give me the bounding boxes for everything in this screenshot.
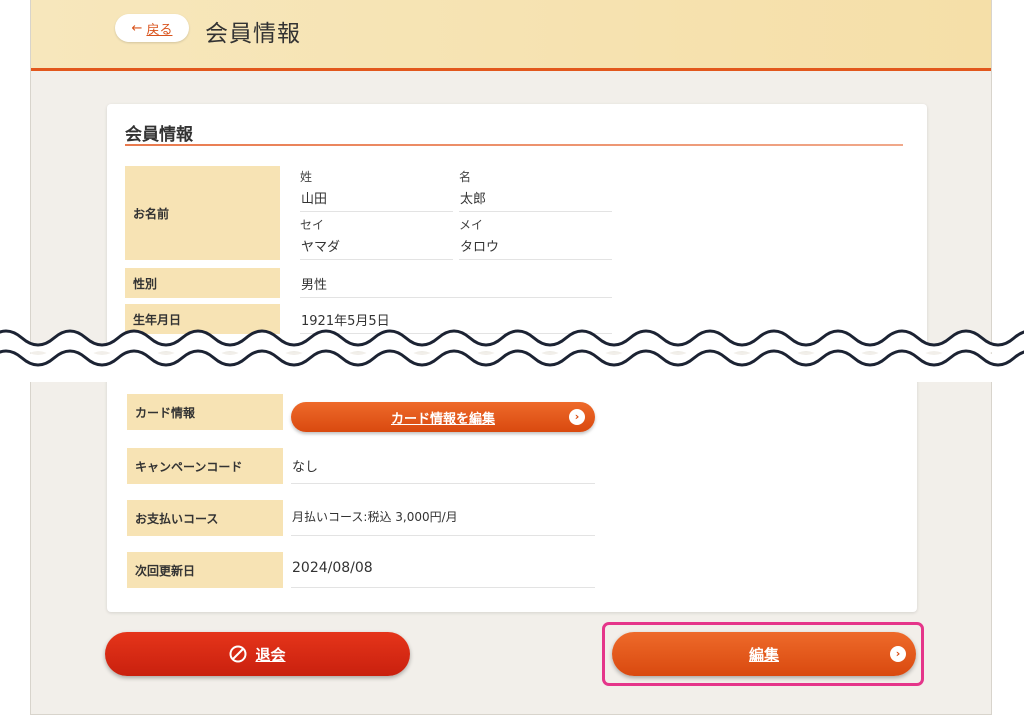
edit-card-button-label: カード情報を編集 [390,411,495,427]
back-button[interactable]: ← 戻る [115,14,189,42]
arrow-left-icon: ← [131,20,143,36]
edit-card-button[interactable]: カード情報を編集 › [291,402,595,432]
prohibited-icon [229,645,247,663]
first-name-value: 太郎 [459,188,612,212]
payment-course-value: 月払いコース:税込 3,000円/月 [291,508,595,536]
last-name-kana-label: セイ [300,218,325,232]
last-name-value: 山田 [300,188,453,212]
edit-button[interactable]: 編集 › [612,632,916,676]
chevron-right-icon: › [890,646,906,662]
first-name-label: 名 [459,170,472,184]
campaign-code-label: キャンペーンコード [127,448,283,484]
edit-label: 編集 [748,645,779,664]
back-label: 戻る [146,22,173,38]
member-info-card: 会員情報 お名前 姓 名 山田 太郎 セイ メイ ヤマダ タロウ 性別 男性 生… [107,104,927,349]
last-name-label: 姓 [300,170,313,184]
section-title: 会員情報 [125,125,193,145]
withdraw-button[interactable]: 退会 [105,632,410,676]
next-renewal-label: 次回更新日 [127,552,283,588]
section-divider [125,144,903,146]
gender-value: 男性 [300,274,612,298]
payment-info-card: カード情報 カード情報を編集 › キャンペーンコード なし お支払いコース 月払… [107,356,917,612]
name-label: お名前 [125,166,280,260]
first-name-kana-label: メイ [459,218,484,232]
page-title: 会員情報 [205,21,301,47]
chevron-right-icon: › [569,409,585,425]
campaign-code-value: なし [291,456,595,484]
first-name-kana-value: タロウ [459,236,612,260]
next-renewal-value: 2024/08/08 [291,560,595,588]
withdraw-label: 退会 [255,645,286,664]
wavy-separator [0,329,1024,382]
last-name-kana-value: ヤマダ [300,236,453,260]
payment-course-label: お支払いコース [127,500,283,536]
card-info-label: カード情報 [127,394,283,430]
header-bar: ← 戻る 会員情報 [31,0,991,71]
gender-label: 性別 [125,268,280,298]
